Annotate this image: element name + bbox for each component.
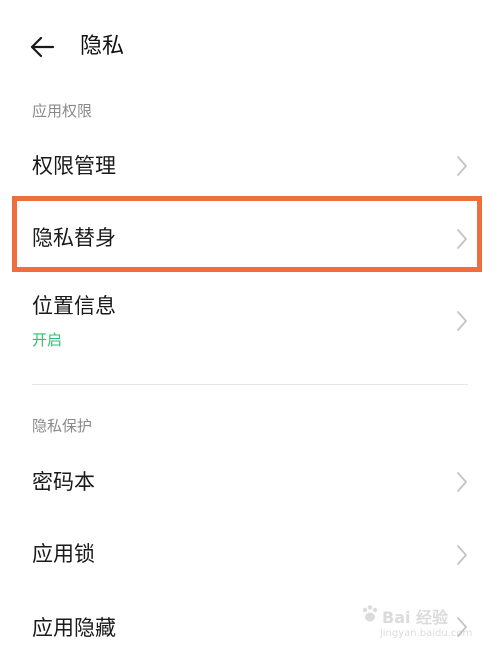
chevron-right-icon — [456, 310, 468, 332]
row-label: 隐私替身 — [32, 226, 116, 250]
row-label: 应用隐藏 — [32, 616, 116, 640]
back-arrow-icon[interactable] — [30, 36, 55, 58]
row-label: 权限管理 — [32, 154, 116, 178]
row-password-book[interactable]: 密码本 — [0, 446, 500, 520]
watermark: Bai 经验 jingyan.baidu.com — [360, 600, 490, 646]
row-label: 应用锁 — [32, 542, 95, 566]
chevron-right-icon — [456, 544, 468, 566]
section-label-privacy-protection: 隐私保护 — [32, 417, 93, 435]
row-label: 密码本 — [32, 470, 95, 494]
section-divider — [32, 384, 468, 385]
row-app-lock[interactable]: 应用锁 — [0, 520, 500, 592]
page-title: 隐私 — [80, 34, 125, 59]
chevron-right-icon — [456, 228, 468, 250]
section-label-app-permissions: 应用权限 — [32, 102, 93, 120]
row-location-info[interactable]: 位置信息 开启 — [0, 280, 500, 370]
location-status-text: 开启 — [32, 331, 63, 349]
row-privacy-substitute[interactable]: 隐私替身 — [0, 202, 500, 272]
paw-logo-icon — [360, 604, 380, 624]
watermark-text: Bai 经验 — [382, 608, 449, 627]
row-permission-management[interactable]: 权限管理 — [0, 128, 500, 204]
header: 隐私 — [0, 0, 500, 96]
row-label: 位置信息 — [32, 294, 116, 318]
watermark-url: jingyan.baidu.com — [380, 628, 473, 639]
chevron-right-icon — [456, 155, 468, 177]
chevron-right-icon — [456, 471, 468, 493]
